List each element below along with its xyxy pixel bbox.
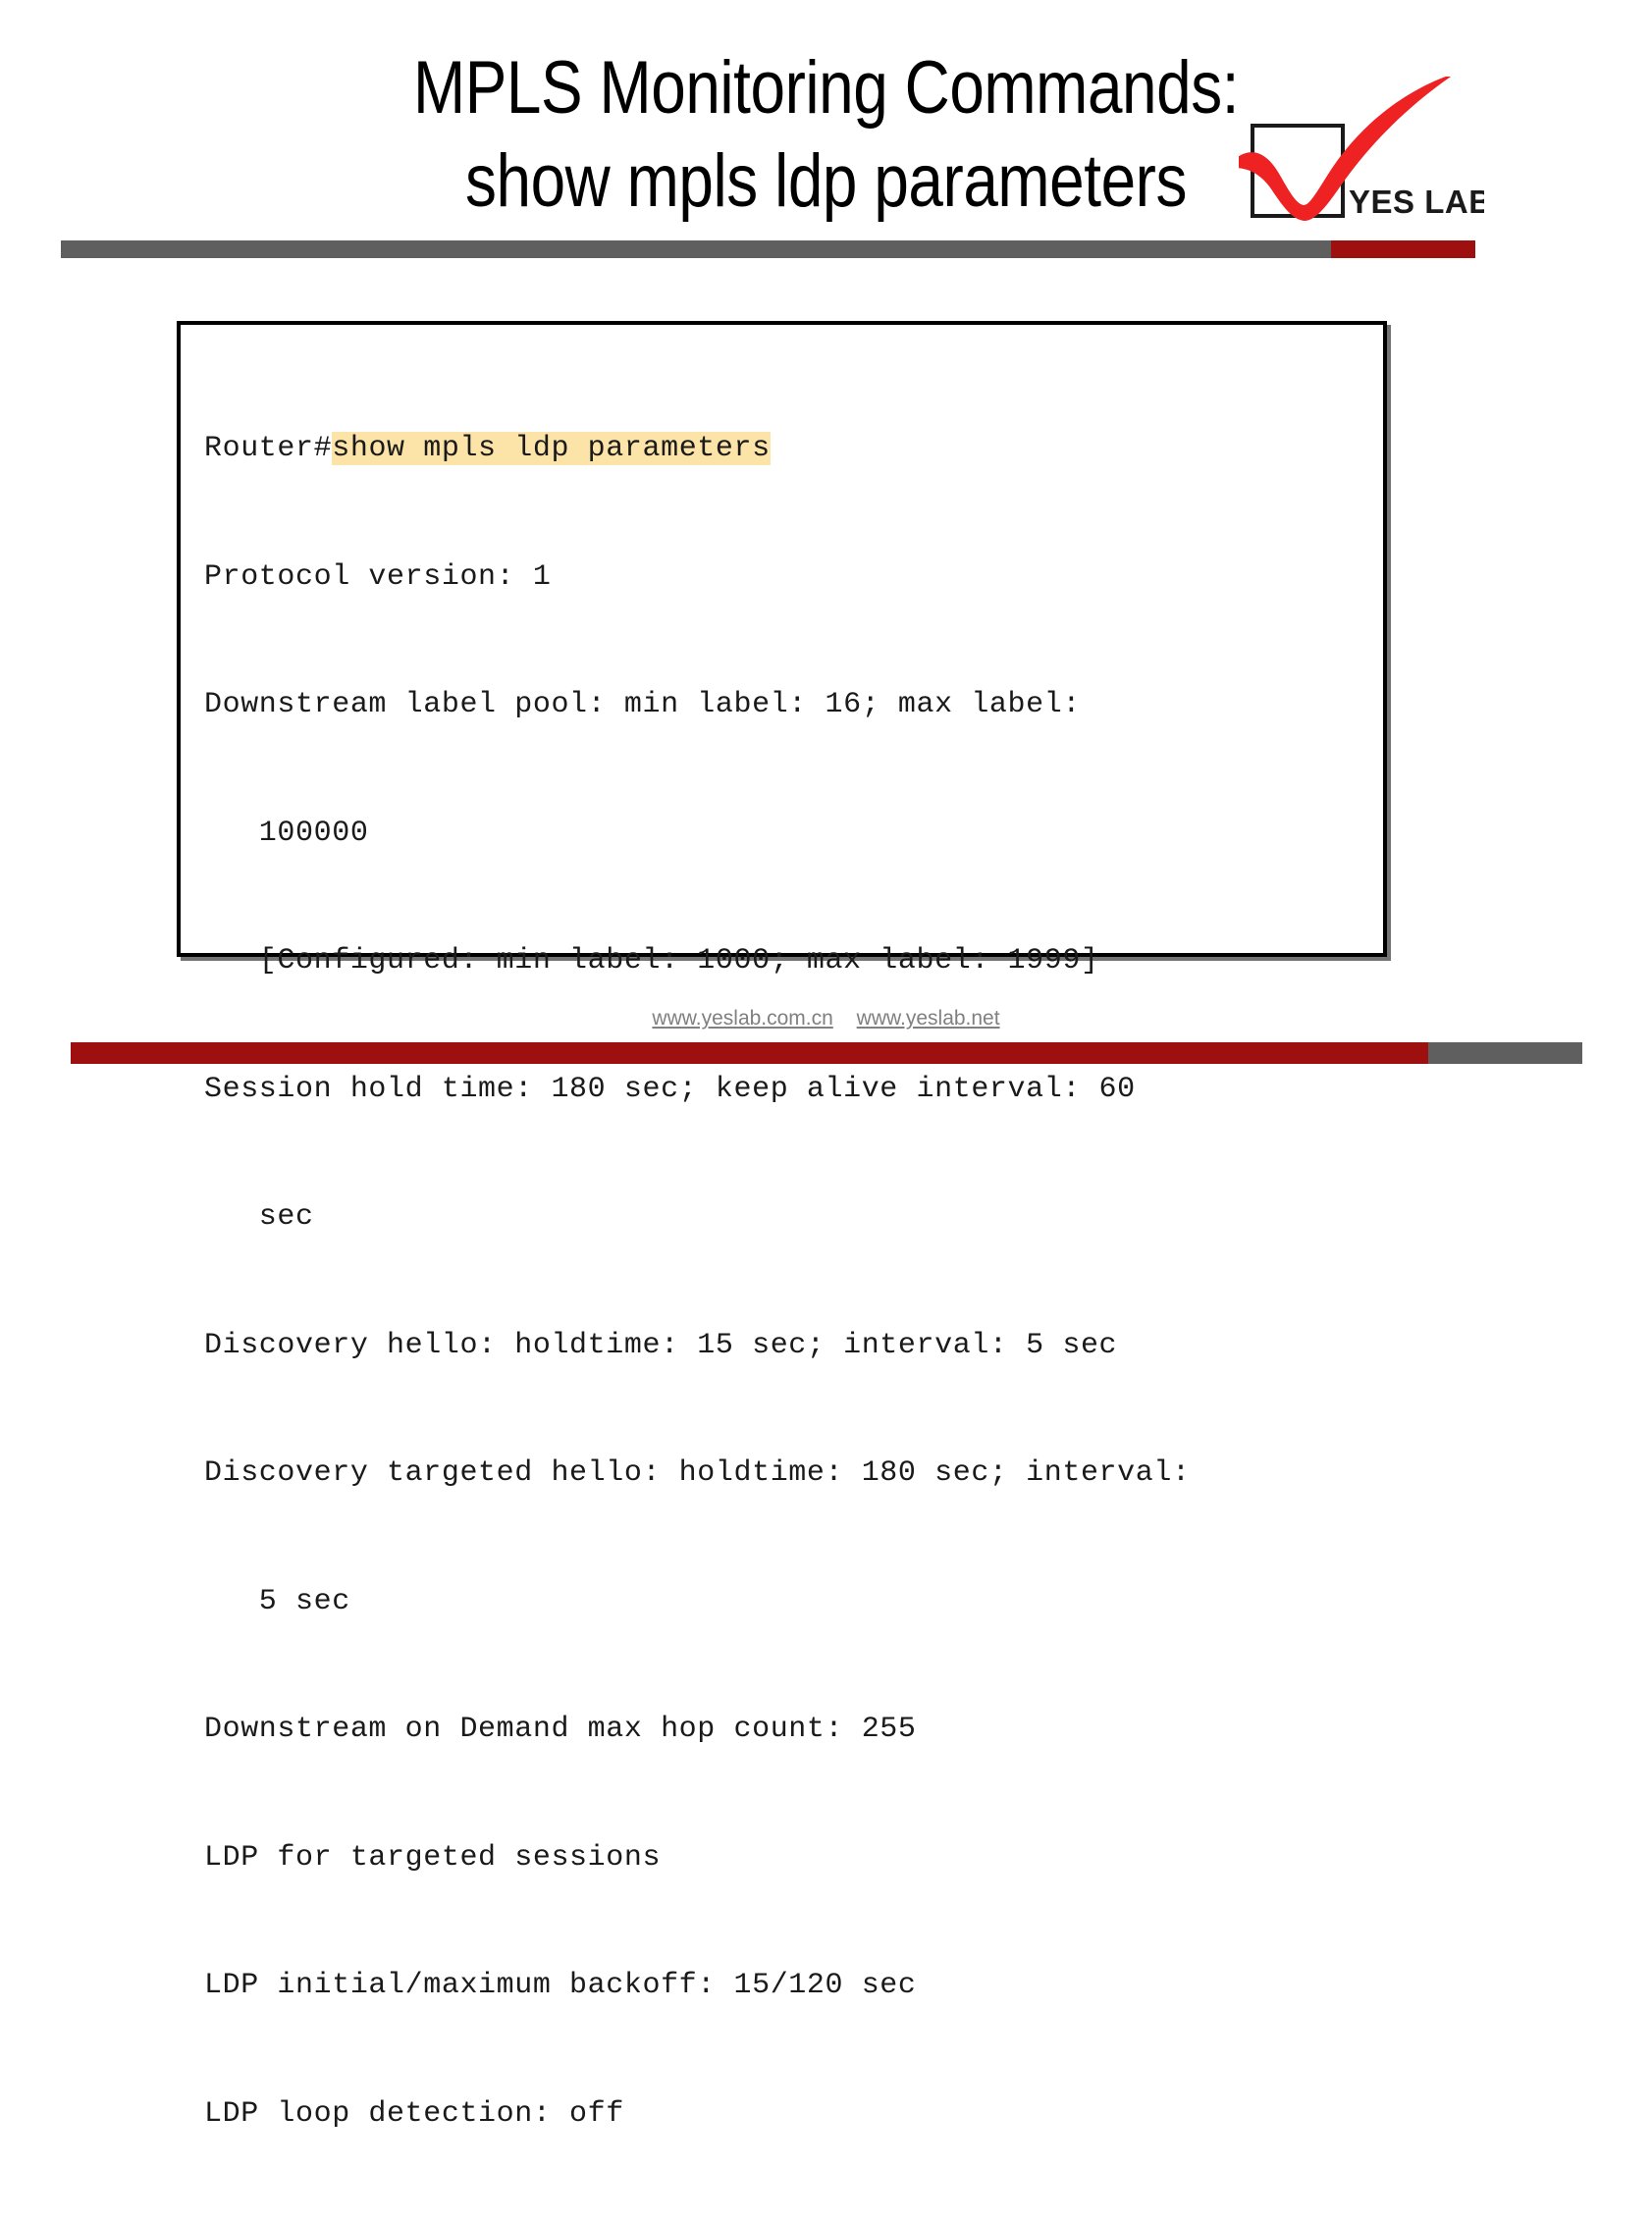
- header-divider-gray: [61, 240, 1331, 258]
- terminal-line: 100000: [204, 816, 369, 850]
- terminal-line: Discovery hello: holdtime: 15 sec; inter…: [204, 1328, 1118, 1362]
- terminal-line: LDP for targeted sessions: [204, 1840, 662, 1875]
- logo-text: YES LAB: [1349, 184, 1484, 220]
- terminal-command: show mpls ldp parameters: [332, 432, 771, 465]
- terminal-line: Downstream label pool: min label: 16; ma…: [204, 688, 1081, 721]
- terminal-output-box: Router#show mpls ldp parameters Protocol…: [177, 321, 1387, 2131]
- footer-divider-red: [71, 1042, 1428, 1064]
- terminal-line: LDP initial/maximum backoff: 15/120 sec: [204, 1969, 917, 2002]
- terminal-line: Discovery targeted hello: holdtime: 180 …: [204, 1456, 1191, 1490]
- terminal-line: 5 sec: [204, 1584, 350, 1618]
- yeslab-logo: YES LAB: [1239, 77, 1484, 234]
- footer-link-yeslab-net[interactable]: www.yeslab.net: [857, 1007, 1000, 1030]
- footer-divider-gray: [1428, 1042, 1582, 1064]
- header-divider: [61, 240, 1475, 258]
- terminal-lines: Router#show mpls ldp parameters Protocol…: [204, 343, 1365, 2221]
- terminal-line: Downstream on Demand max hop count: 255: [204, 1713, 917, 1746]
- terminal-command-line: Router#show mpls ldp parameters: [204, 428, 1365, 471]
- header-divider-red: [1331, 240, 1475, 258]
- terminal-line: Session hold time: 180 sec; keep alive i…: [204, 1072, 1136, 1106]
- footer-links: www.yeslab.com.cn www.yeslab.net: [0, 1007, 1652, 1031]
- terminal-line: sec: [204, 1200, 314, 1234]
- footer-link-yeslab-com-cn[interactable]: www.yeslab.com.cn: [652, 1007, 832, 1030]
- terminal-line: Protocol version: 1: [204, 559, 552, 594]
- footer-divider: [71, 1042, 1582, 1064]
- terminal-line: LDP loop detection: off: [204, 2096, 624, 2131]
- terminal-prompt: Router#: [204, 432, 333, 465]
- terminal-line: [Configured: min label: 1000; max label:…: [204, 944, 1099, 978]
